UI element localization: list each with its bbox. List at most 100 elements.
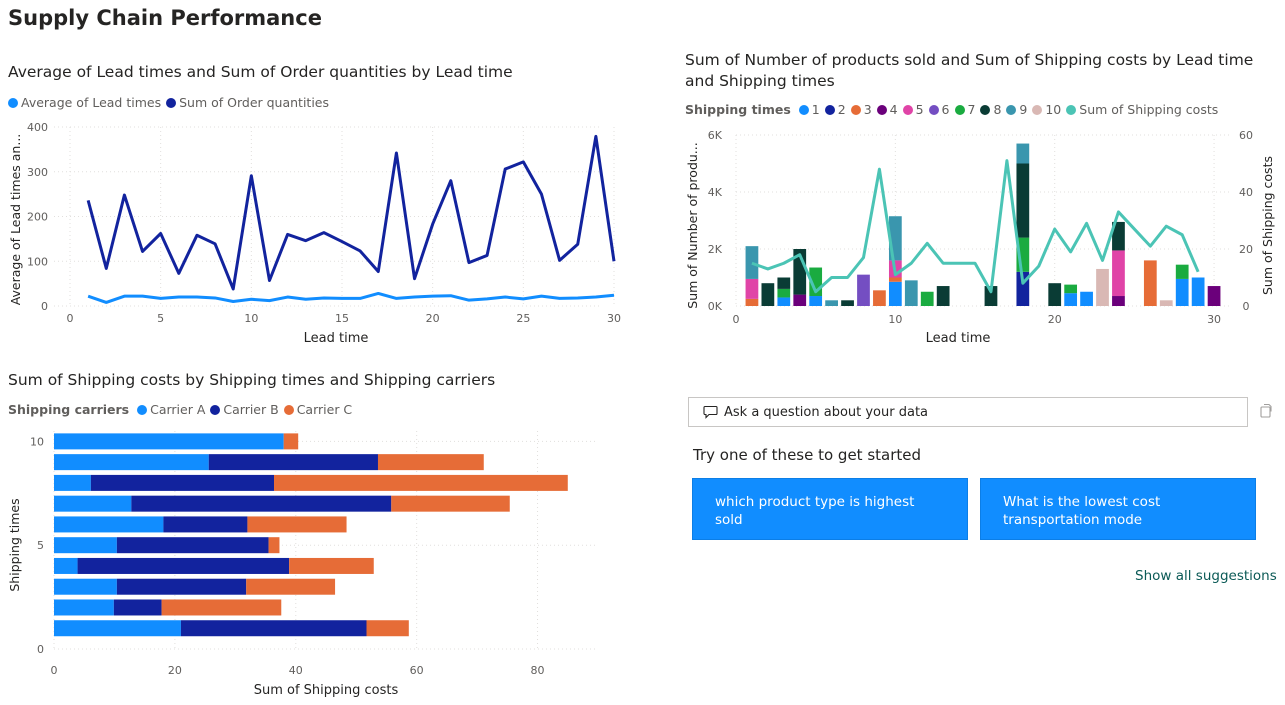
suggestion-button-transportation-mode[interactable]: What is the lowest cost transportation m… [980,478,1256,540]
y2-axis-label: Sum of Shipping costs [1260,156,1275,295]
qa-question-input[interactable]: Ask a question about your data [688,397,1248,427]
bar-segment-carrier-b [77,557,290,574]
legend-item[interactable]: Carrier C [283,402,352,417]
bar-segment-carrier-a [54,537,117,554]
bar-segment-carrier-a [54,557,78,574]
y-tick-label: 0 [41,300,48,313]
legend-label: 6 [941,102,950,117]
bar-chart-title: Sum of Shipping costs by Shipping times … [8,371,496,389]
x-tick-label: 20 [426,312,440,325]
bar-segment-shipping-times-7 [920,291,934,306]
bar-segment-shipping-times-9 [825,300,838,306]
x-tick-label: 30 [607,312,621,325]
legend-item[interactable]: Carrier B [210,402,279,417]
bar-segment-carrier-b [131,495,392,512]
legend-item[interactable]: Carrier A [137,402,205,417]
bar-segment-shipping-times-7 [1175,264,1189,279]
legend-label: 4 [889,102,898,117]
y-tick-label: 2K [708,243,723,256]
legend-item[interactable]: 6 [928,102,950,117]
legend-marker [210,404,221,415]
bar-segment-carrier-c [268,537,280,554]
bar-segment-carrier-b [90,474,275,491]
legend-label: 10 [1045,102,1062,117]
legend-item[interactable]: 9 [1006,102,1027,117]
bar-segment-shipping-times-1 [809,296,823,306]
legend-label: Sum of Order quantities [179,95,330,110]
legend-item[interactable]: 8 [980,102,1001,117]
legend-item-avg-lead-times[interactable]: Average of Lead times [8,95,161,110]
line-chart-title: Average of Lead times and Sum of Order q… [8,63,513,81]
bar-segment-shipping-times-4 [1112,296,1125,306]
legend-marker [824,104,835,115]
line-chart-legend: Average of Lead times Sum of Order quant… [8,95,334,110]
y-tick-label: 100 [27,255,48,268]
legend-marker [8,97,18,108]
x-axis-label: Sum of Shipping costs [254,683,399,698]
x-tick-label: 0 [51,664,58,677]
bar-segment-carrier-c [289,557,374,574]
y-tick-label: 300 [27,166,48,179]
bar-segment-shipping-times-1 [1080,291,1093,306]
bar-segment-shipping-times-3 [1143,260,1157,306]
legend-label: 7 [967,102,976,117]
bar-segment-shipping-times-9 [745,246,759,279]
bar-segment-shipping-times-9 [904,280,918,306]
bar-chart[interactable]: 0 20 40 60 80 10 5 0 Sum of Shipping costs Shippi… [0,420,640,705]
x-tick-label: 10 [888,313,902,326]
legend-item[interactable]: 10 [1032,102,1061,117]
legend-item[interactable]: Sum of Shipping costs [1066,102,1218,117]
y2-tick-label: 40 [1239,186,1253,199]
bar-segment-shipping-times-1 [1175,278,1189,306]
x-tick-label: 0 [67,312,74,325]
line-series-order-quantities [86,134,616,291]
bar-segment-shipping-times-7 [1064,284,1078,294]
legend-item[interactable]: 4 [876,102,898,117]
legend-item[interactable]: 7 [954,102,976,117]
legend-item[interactable]: 1 [798,102,820,117]
show-all-suggestions-link[interactable]: Show all suggestions [1135,568,1277,584]
y2-tick-label: 60 [1239,129,1253,142]
bar-segment-shipping-times-8 [1016,163,1030,238]
legend-marker [876,104,887,115]
y-tick-label: 0K [708,300,723,313]
bar-segment-carrier-c [247,516,347,533]
suggestion-button-product-type[interactable]: which product type is highest sold [692,478,968,540]
bar-segment-shipping-times-10 [1159,300,1173,306]
legend-marker [928,104,939,115]
bar-segment-shipping-times-8 [777,277,791,289]
y-tick-label: 400 [27,121,48,134]
bar-segment-shipping-times-8 [841,300,854,306]
legend-label: 9 [1019,102,1028,117]
copy-icon[interactable] [1257,403,1273,419]
bar-segment-shipping-times-8 [936,286,950,306]
bar-segment-carrier-a [54,620,181,637]
x-tick-label: 25 [516,312,530,325]
legend-item[interactable]: 5 [902,102,924,117]
legend-marker [980,104,991,115]
legend-label: Carrier A [150,402,206,417]
x-tick-label: 5 [157,312,164,325]
legend-label: 1 [811,102,820,117]
bar-segment-carrier-b [163,516,248,533]
combo-chart[interactable]: 0K 2K 4K 6K 0 20 40 60 0 10 20 30 Lead time Sum of Nu… [680,118,1280,353]
legend-item[interactable]: 3 [850,102,872,117]
x-tick-label: 30 [1207,313,1221,326]
legend-marker [798,104,809,115]
y-tick-label: 6K [708,129,723,142]
y-tick-label: 0 [37,643,44,656]
bar-segment-carrier-c [161,599,282,616]
line-chart[interactable]: 0 100 200 300 400 0 5 10 15 20 25 30 Lead time Averag… [0,110,640,350]
legend-item[interactable]: 2 [824,102,846,117]
legend-item-order-quantities[interactable]: Sum of Order quantities [166,95,329,110]
x-tick-label: 15 [335,312,349,325]
y2-tick-label: 0 [1243,300,1250,313]
bar-segment-shipping-times-3 [888,277,902,282]
bar-segment-shipping-times-9 [1016,143,1030,164]
bar-segment-carrier-a [54,433,284,450]
bar-segment-shipping-times-10 [1096,268,1109,306]
y-tick-label: 5 [37,539,44,552]
qa-placeholder: Ask a question about your data [724,404,929,420]
legend-label: Sum of Shipping costs [1079,102,1219,117]
bar-segment-shipping-times-1 [777,297,791,306]
